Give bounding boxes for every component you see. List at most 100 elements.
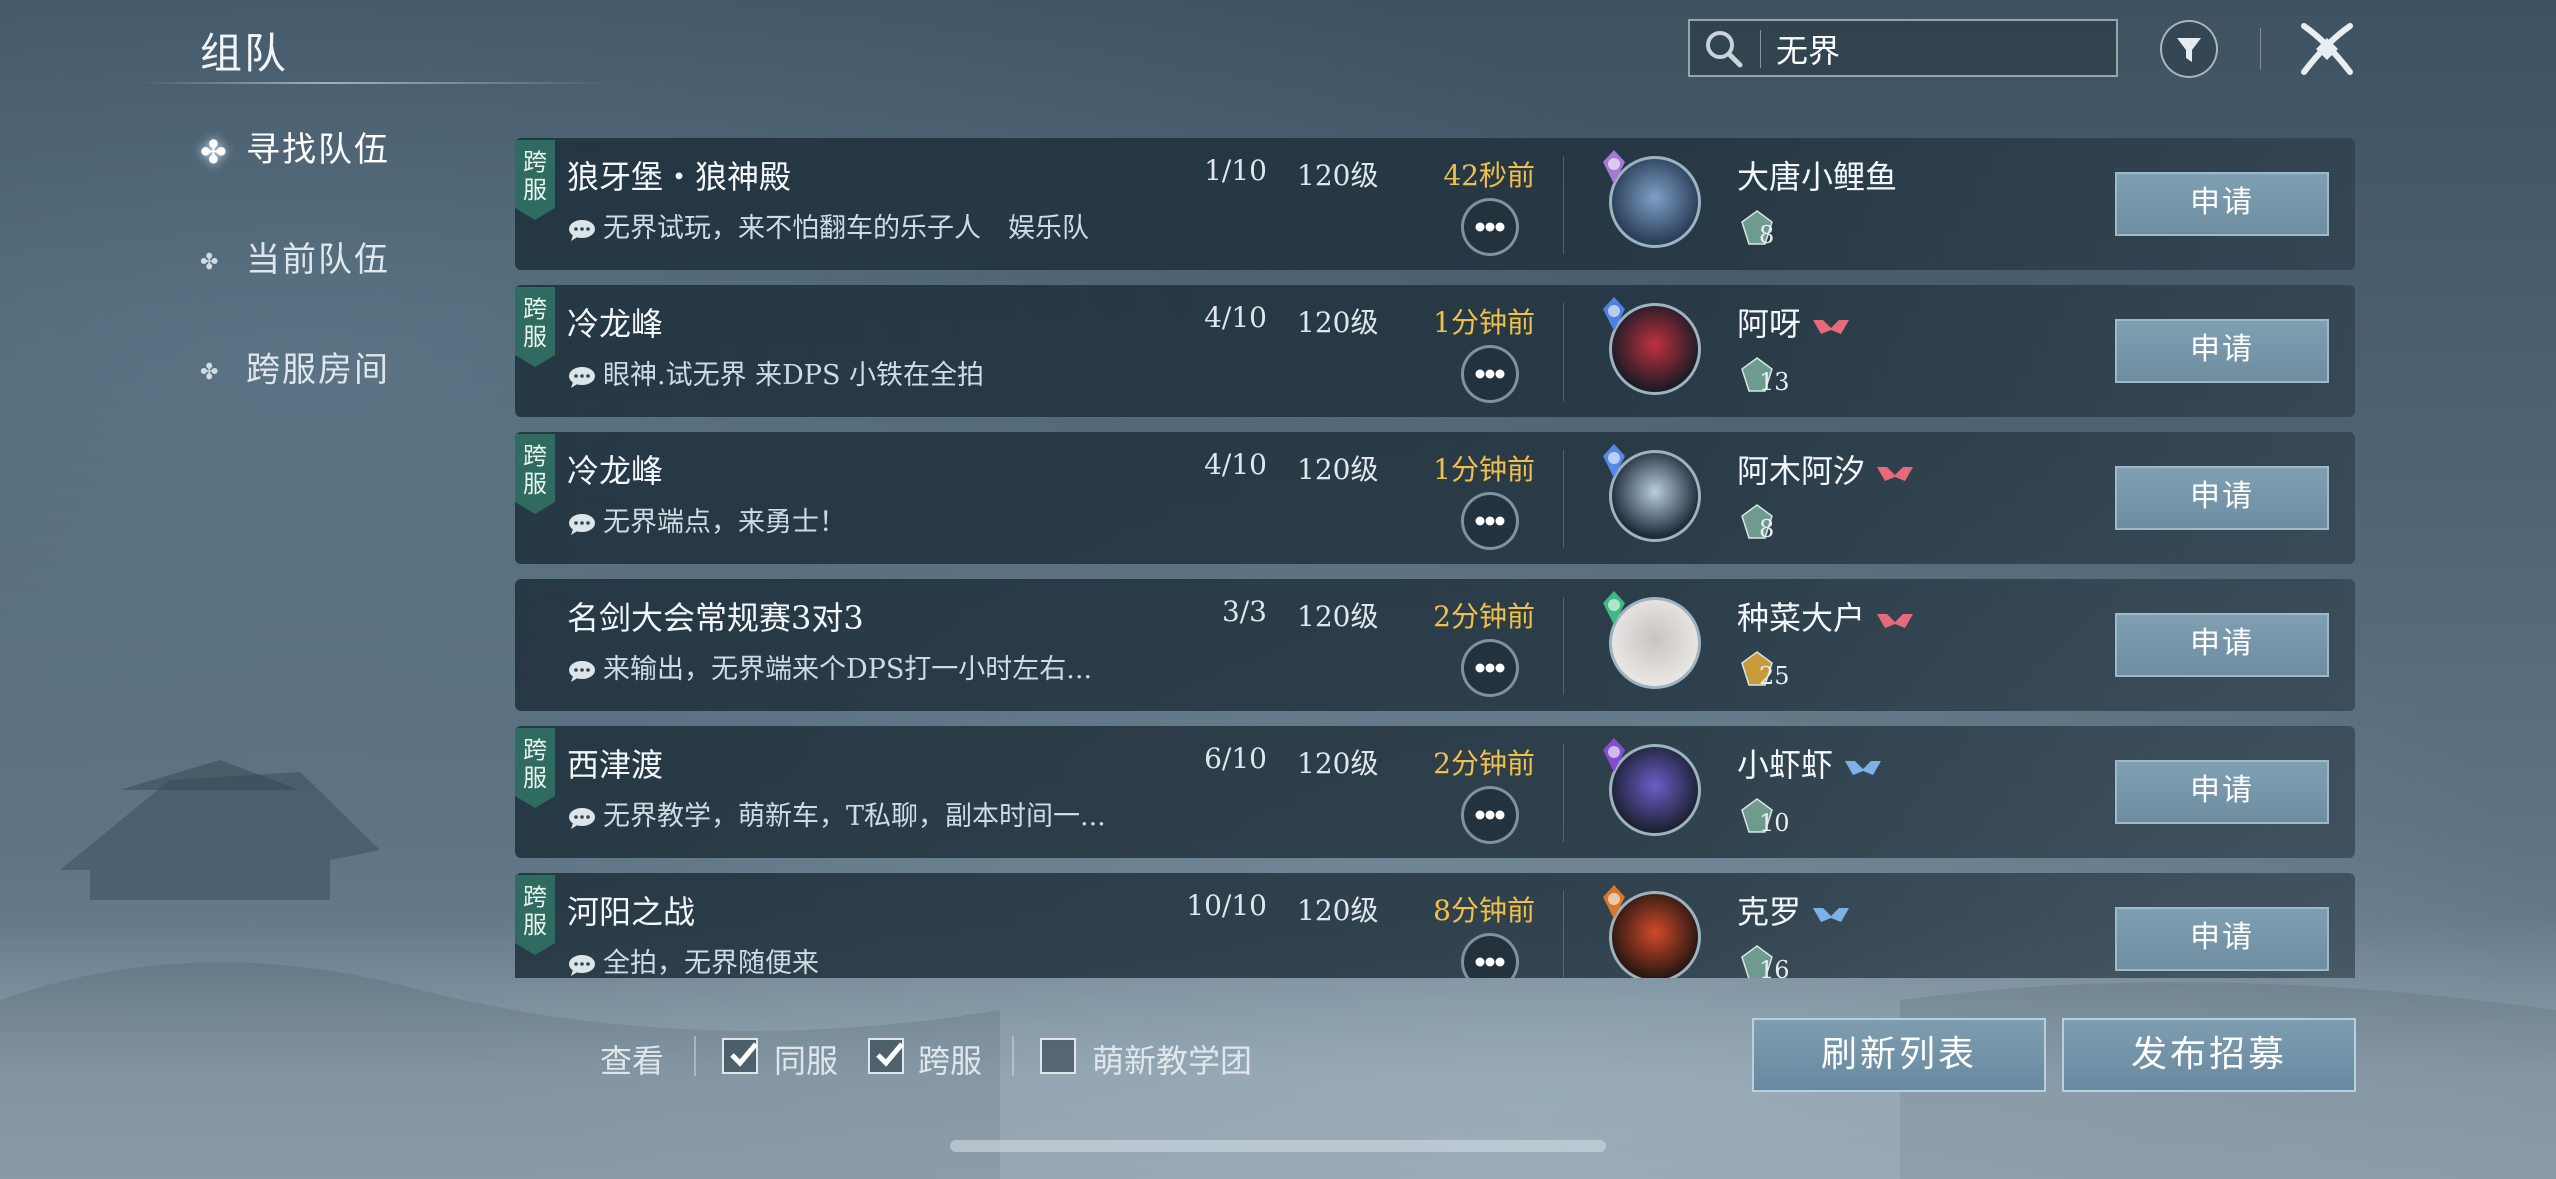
newbie-team-checkbox[interactable] [1040,1038,1076,1074]
leader-level: 10 [1737,796,1808,837]
refresh-list-button[interactable]: 刷新列表 [1752,1018,2046,1092]
cross-server-checkbox[interactable] [868,1038,904,1074]
same-server-label[interactable]: 同服 [774,1036,838,1082]
cross-server-tag: 跨服 [515,728,555,808]
apply-button[interactable]: 申请 [2115,319,2329,383]
leader-avatar-group[interactable] [1595,589,1705,699]
sparkle-icon: ✤ [200,133,229,171]
sect-icon [1603,444,1625,478]
cross-server-tag: 跨服 [515,287,555,367]
search-divider [1760,30,1761,68]
leader-name: 阿木阿汐 [1737,452,1866,490]
leader-name-line: 克罗 [1737,887,1851,933]
leader-level: 8 [1737,502,1792,543]
member-count: 10/10 [1186,889,1267,922]
posted-time: 42秒前 [1443,159,1535,192]
cross-server-tag: 跨服 [515,875,555,955]
dungeon-name: 西津渡 [567,746,664,784]
leader-name-line: 阿木阿汐 [1737,446,1915,492]
leader-level-value: 10 [1759,809,1790,837]
row-divider [1563,156,1564,254]
leader-avatar-group[interactable] [1595,442,1705,552]
same-server-checkbox[interactable] [722,1038,758,1074]
team-row[interactable]: 名剑大会常规赛3对3 3/3 120级 2分钟前 来输出，无界端来个DPS打一小… [515,579,2355,711]
chat-button[interactable] [1461,786,1519,844]
posted-time: 1分钟前 [1433,453,1535,486]
title-underline [140,82,610,84]
chat-bubble-icon [569,954,595,976]
team-row[interactable]: 跨服 河阳之战 10/10 120级 8分钟前 全拍，无界随便来 克罗 16 申… [515,873,2355,978]
level-requirement: 120级 [1297,453,1379,486]
apply-button[interactable]: 申请 [2115,760,2329,824]
posted-time: 8分钟前 [1433,894,1535,927]
dungeon-name: 冷龙峰 [567,452,664,490]
row-divider [1563,303,1564,401]
team-row[interactable]: 跨服 狼牙堡・狼神殿 1/10 120级 42秒前 无界试玩，来不怕翻车的乐子人… [515,138,2355,270]
leader-level-value: 13 [1759,368,1790,396]
chat-button[interactable] [1461,639,1519,697]
leader-level-value: 25 [1759,662,1790,690]
close-icon [2301,23,2353,75]
leader-level-value: 16 [1759,956,1790,978]
chat-button[interactable] [1461,345,1519,403]
leader-avatar-group[interactable] [1595,883,1705,978]
team-row[interactable]: 跨服 西津渡 6/10 120级 2分钟前 无界教学，萌新车，T私聊，副本时间一… [515,726,2355,858]
leader-avatar-group[interactable] [1595,148,1705,258]
sidebar-item-find-team[interactable]: ✤ 寻找队伍 [200,122,390,171]
sparkle-icon: ✤ [200,359,221,385]
team-message-text: 无界教学，萌新车，T私聊，副本时间一... [603,801,1106,832]
team-row[interactable]: 跨服 冷龙峰 4/10 120级 1分钟前 眼神.试无界 来DPS 小铁在全拍 [515,285,2355,417]
apply-button[interactable]: 申请 [2115,466,2329,530]
member-count: 6/10 [1204,742,1267,775]
cross-server-label[interactable]: 跨服 [918,1036,982,1082]
home-indicator[interactable] [950,1140,1606,1152]
team-message: 无界教学，萌新车，T私聊，副本时间一... [567,794,1106,833]
chat-button[interactable] [1461,198,1519,256]
team-message-text: 无界试玩，来不怕翻车的乐子人 娱乐队 [603,213,1089,244]
dungeon-name: 冷龙峰 [567,305,664,343]
chat-button[interactable] [1461,933,1519,978]
apply-button[interactable]: 申请 [2115,907,2329,971]
sidebar-item-current-team[interactable]: ✤ 当前队伍 [200,232,390,281]
search-box[interactable] [1688,19,2118,77]
check-icon [730,1042,758,1067]
row-divider [1563,744,1564,842]
team-message: 无界端点，来勇士！ [567,500,846,539]
leader-name-line: 种菜大户 [1737,593,1915,639]
newbie-team-label[interactable]: 萌新教学团 [1092,1036,1252,1082]
publish-recruit-button[interactable]: 发布招募 [2062,1018,2356,1092]
sect-icon [1603,150,1625,184]
leader-name-line: 大唐小鲤鱼 [1737,152,1897,198]
chat-button[interactable] [1461,492,1519,550]
team-list[interactable]: 跨服 狼牙堡・狼神殿 1/10 120级 42秒前 无界试玩，来不怕翻车的乐子人… [515,138,2355,978]
leader-level: 25 [1737,649,1808,690]
more-icon [1475,810,1505,820]
team-row[interactable]: 跨服 冷龙峰 4/10 120级 1分钟前 无界端点，来勇士！ 阿木阿汐 8 申… [515,432,2355,564]
filter-button[interactable] [2160,20,2218,78]
funnel-icon [2177,38,2201,62]
leader-avatar-group[interactable] [1595,295,1705,405]
leader-level-value: 8 [1759,221,1775,249]
leader-avatar-group[interactable] [1595,736,1705,846]
title-badge-icon [1877,613,1914,628]
sparkle-icon: ✤ [200,249,221,275]
apply-button[interactable]: 申请 [2115,172,2329,236]
row-divider [1563,597,1564,695]
search-input[interactable] [1774,27,2098,71]
member-count: 1/10 [1204,154,1267,187]
leader-name: 小虾虾 [1737,746,1834,784]
level-requirement: 120级 [1297,600,1379,633]
sidebar-item-cross-server-room[interactable]: ✤ 跨服房间 [200,342,390,391]
sect-icon [1603,591,1625,625]
dungeon-name: 名剑大会常规赛3对3 [567,599,864,637]
leader-name: 克罗 [1737,893,1802,931]
close-button[interactable] [2294,16,2360,82]
leader-name-line: 小虾虾 [1737,740,1883,786]
row-divider [1563,891,1564,978]
apply-button[interactable]: 申请 [2115,613,2329,677]
cross-server-tag: 跨服 [515,434,555,514]
level-requirement: 120级 [1297,159,1379,192]
check-icon [876,1042,904,1067]
leader-name-line: 阿呀 [1737,299,1851,345]
sidebar-item-label: 寻找队伍 [246,130,390,170]
